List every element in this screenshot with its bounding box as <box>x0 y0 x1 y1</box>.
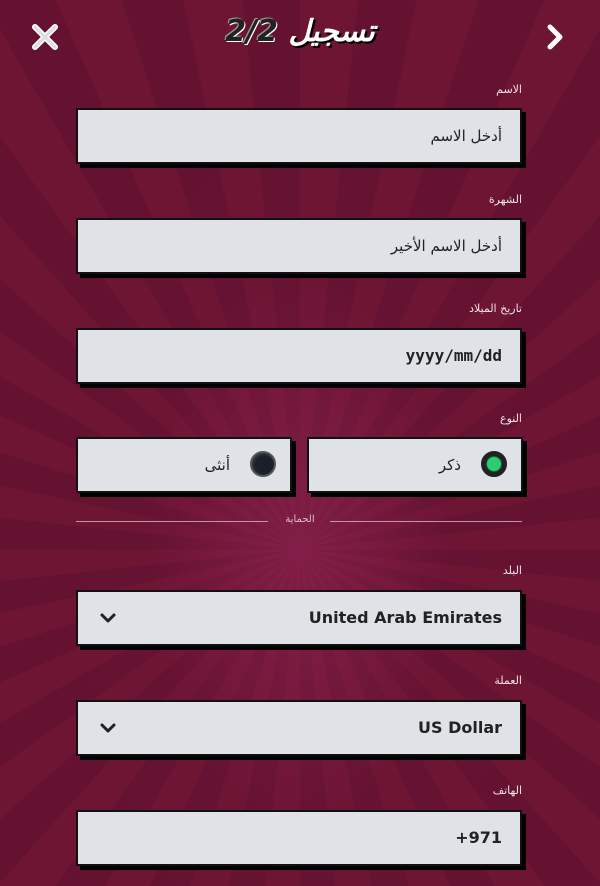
gender-male-label: ذكر <box>438 456 461 474</box>
country-value: United Arab Emirates <box>308 608 502 627</box>
back-button[interactable] <box>538 20 572 54</box>
phone-field[interactable]: +971 <box>76 810 522 866</box>
birthdate-field[interactable]: yyyy/mm/dd <box>76 328 522 384</box>
currency-select[interactable]: US Dollar <box>76 700 522 756</box>
gender-option-female[interactable]: أنثى <box>76 437 292 493</box>
first-name-placeholder: أدخل الاسم <box>430 127 502 145</box>
country-label: البلد <box>502 564 522 577</box>
country-select[interactable]: United Arab Emirates <box>76 590 522 646</box>
chevron-down-icon <box>100 613 116 623</box>
chevron-right-icon <box>547 24 563 50</box>
last-name-label: الشهرة <box>488 193 522 206</box>
currency-value: US Dollar <box>417 718 502 737</box>
divider-line-right <box>330 521 522 522</box>
title-text: تسجيل <box>288 14 375 49</box>
phone-value: +971 <box>455 828 502 847</box>
phone-label: الهاتف <box>492 784 522 797</box>
birthdate-label: تاريخ الميلاد <box>469 302 522 315</box>
last-name-placeholder: أدخل الاسم الأخير <box>390 237 502 255</box>
gender-label: النوع <box>500 412 522 425</box>
page-title: تسجيل 2/2 <box>0 14 600 49</box>
first-name-label: الاسم <box>496 83 522 96</box>
last-name-field[interactable]: أدخل الاسم الأخير <box>76 218 522 274</box>
step-indicator: 2/2 <box>225 14 278 49</box>
radio-unselected-icon <box>250 451 276 477</box>
gender-female-label: أنثى <box>204 456 230 474</box>
chevron-down-icon <box>100 723 116 733</box>
radio-selected-icon <box>481 451 507 477</box>
header: تسجيل 2/2 <box>0 0 600 72</box>
first-name-field[interactable]: أدخل الاسم <box>76 108 522 164</box>
section-divider-label: الحماية <box>285 514 315 525</box>
birthdate-placeholder: yyyy/mm/dd <box>405 346 502 365</box>
currency-label: العملة <box>494 674 522 687</box>
gender-option-male[interactable]: ذكر <box>307 437 523 493</box>
